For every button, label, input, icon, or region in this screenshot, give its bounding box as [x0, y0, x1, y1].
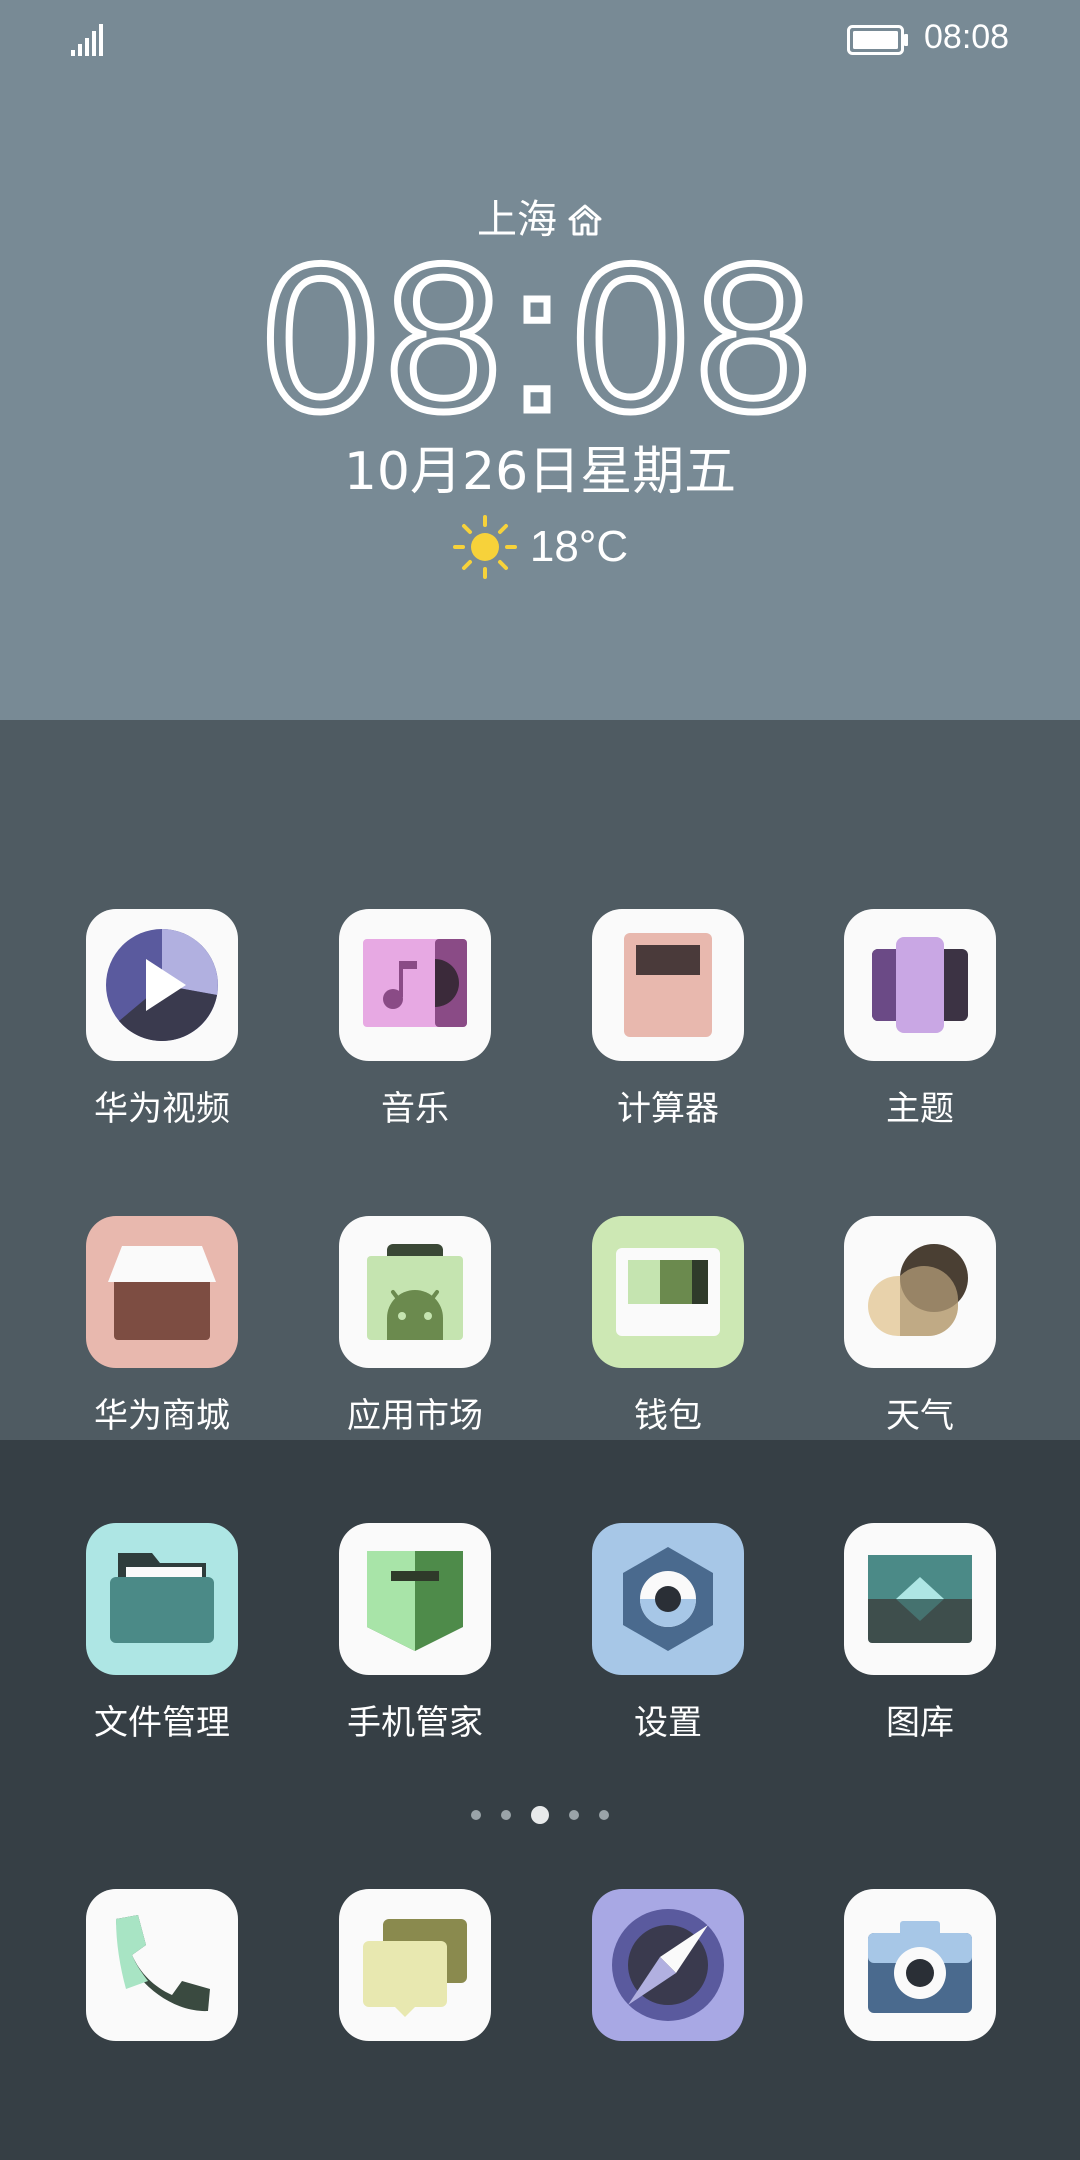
app-wallet[interactable]: 钱包 — [568, 1216, 768, 1440]
page-indicator[interactable] — [0, 1806, 1080, 1824]
app-gallery[interactable]: 图库 — [820, 1523, 1020, 1747]
calculator-icon — [592, 909, 744, 1061]
app-label: 计算器 — [617, 1089, 719, 1129]
messages-icon — [339, 1889, 491, 2041]
app-label: 华为视频 — [94, 1089, 230, 1129]
app-label: 手机管家 — [347, 1703, 483, 1743]
dock-browser[interactable] — [568, 1889, 768, 2041]
app-label: 钱包 — [634, 1396, 702, 1436]
app-file-manager[interactable]: 文件管理 — [62, 1523, 262, 1747]
themes-icon — [844, 909, 996, 1061]
app-label: 天气 — [886, 1396, 954, 1436]
app-music[interactable]: 音乐 — [315, 909, 515, 1133]
app-market[interactable]: 应用市场 — [315, 1216, 515, 1440]
store-icon — [86, 1216, 238, 1368]
app-huawei-video[interactable]: 华为视频 — [62, 909, 262, 1133]
app-label: 设置 — [634, 1703, 702, 1743]
phone-icon — [86, 1889, 238, 2041]
app-weather[interactable]: 天气 — [820, 1216, 1020, 1440]
sun-icon — [452, 515, 517, 579]
browser-compass-icon — [592, 1889, 744, 2041]
weather-icon — [844, 1216, 996, 1368]
dock-camera[interactable] — [820, 1889, 1020, 2041]
status-time: 08:08 — [924, 18, 1010, 56]
battery-full-icon — [847, 25, 908, 55]
city-row: 上海 — [0, 190, 1080, 250]
video-icon — [86, 909, 238, 1061]
app-label: 文件管理 — [94, 1703, 230, 1743]
folder-icon — [86, 1523, 238, 1675]
dock-messages[interactable] — [315, 1889, 515, 2041]
app-label: 华为商城 — [94, 1396, 230, 1436]
weather-row: 18°C — [0, 514, 1080, 580]
svg-text:08:08: 08:08 — [262, 250, 818, 420]
dock-phone[interactable] — [62, 1889, 262, 2041]
date-text: 10月26日星期五 — [343, 442, 737, 502]
status-bar: 08:08 — [0, 0, 1080, 80]
city-name: 上海 — [477, 197, 557, 243]
temperature: 18°C — [529, 522, 629, 571]
app-market-icon — [339, 1216, 491, 1368]
page-dot[interactable] — [569, 1810, 579, 1820]
settings-icon — [592, 1523, 744, 1675]
app-label: 主题 — [886, 1089, 954, 1129]
camera-icon — [844, 1889, 996, 2041]
music-icon — [339, 909, 491, 1061]
clock-weather-widget[interactable]: 上海 08:08 10月26日星期五 18°C — [0, 190, 1080, 580]
app-huawei-store[interactable]: 华为商城 — [62, 1216, 262, 1440]
app-calculator[interactable]: 计算器 — [568, 909, 768, 1133]
app-themes[interactable]: 主题 — [820, 909, 1020, 1133]
page-dot[interactable] — [599, 1810, 609, 1820]
app-settings[interactable]: 设置 — [568, 1523, 768, 1747]
home-screen: 08:08 上海 08:08 10月26日星期五 18°C 华为视频 音乐 计算… — [0, 0, 1080, 2160]
home-icon — [568, 204, 602, 236]
page-dot-active[interactable] — [531, 1806, 549, 1824]
gallery-icon — [844, 1523, 996, 1675]
wallet-icon — [592, 1216, 744, 1368]
app-label: 音乐 — [381, 1089, 449, 1129]
app-label: 图库 — [886, 1703, 954, 1743]
app-phone-manager[interactable]: 手机管家 — [315, 1523, 515, 1747]
page-dot[interactable] — [471, 1810, 481, 1820]
app-label: 应用市场 — [347, 1396, 483, 1436]
big-clock: 08:08 — [259, 250, 818, 420]
signal-strength-icon — [71, 24, 103, 56]
page-dot[interactable] — [501, 1810, 511, 1820]
phone-manager-icon — [339, 1523, 491, 1675]
